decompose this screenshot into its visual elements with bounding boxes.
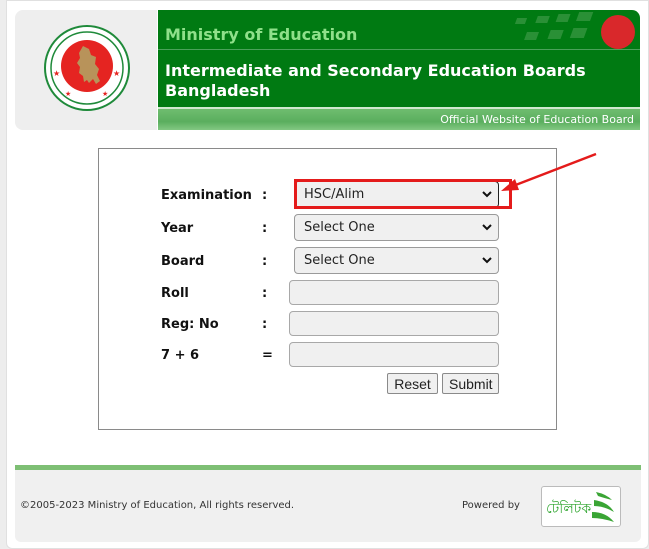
submit-button[interactable]: Submit [442, 373, 499, 394]
svg-text:★: ★ [53, 69, 60, 78]
teletalk-logo-text: টেলিটক [546, 501, 592, 517]
form-row-reg-no: Reg: No : [99, 311, 556, 344]
teletalk-wave-icon [592, 492, 614, 522]
separator: : [262, 286, 268, 301]
result-form: Examination : HSC/Alim Year : Select One… [98, 148, 557, 430]
form-row-year: Year : Select One [99, 214, 556, 248]
chevron-down-icon [482, 191, 492, 198]
svg-text:★: ★ [102, 90, 108, 98]
roll-label: Roll [161, 286, 189, 301]
powered-by-text: Powered by [462, 500, 520, 511]
header-logo-area: ★ ★ ★ ★ [15, 10, 157, 130]
examination-select[interactable]: HSC/Alim [294, 181, 499, 208]
board-select[interactable]: Select One [294, 247, 499, 274]
form-row-roll: Roll : [99, 280, 556, 313]
separator: = [262, 348, 273, 363]
board-label: Board [161, 254, 205, 269]
reg-no-input[interactable] [289, 311, 499, 336]
year-select[interactable]: Select One [294, 214, 499, 241]
form-row-board: Board : Select One [99, 247, 556, 281]
banner-tagline-bar: Official Website of Education Board [158, 107, 640, 130]
form-row-captcha: 7 + 6 = [99, 342, 556, 375]
chevron-down-icon [482, 257, 492, 264]
separator: : [262, 188, 268, 203]
roll-input[interactable] [289, 280, 499, 305]
examination-label: Examination [161, 188, 252, 203]
separator: : [262, 254, 268, 269]
examination-select-value: HSC/Alim [304, 187, 365, 202]
year-label: Year [161, 221, 194, 236]
captcha-label: 7 + 6 [161, 348, 200, 363]
ministry-title: Ministry of Education [165, 25, 358, 44]
reg-no-label: Reg: No [161, 317, 219, 332]
header-banner: Ministry of Education Intermediate and S… [158, 10, 640, 130]
board-title: Intermediate and Secondary Education Boa… [165, 61, 586, 100]
reset-button[interactable]: Reset [387, 373, 438, 394]
copyright-text: ©2005-2023 Ministry of Education, All ri… [20, 500, 295, 511]
footer: ©2005-2023 Ministry of Education, All ri… [15, 470, 641, 542]
year-select-value: Select One [304, 220, 375, 235]
form-row-examination: Examination : HSC/Alim [99, 181, 556, 215]
board-select-value: Select One [304, 253, 375, 268]
tagline: Official Website of Education Board [440, 113, 634, 126]
chevron-down-icon [482, 224, 492, 231]
teletalk-logo[interactable]: টেলিটক [541, 486, 621, 527]
separator: : [262, 221, 268, 236]
government-seal-icon: ★ ★ ★ ★ [44, 25, 130, 111]
svg-text:★: ★ [65, 90, 71, 98]
annotation-arrow-icon [501, 152, 597, 191]
flag-decoration-icon [514, 12, 635, 49]
svg-text:★: ★ [113, 69, 120, 78]
separator: : [262, 317, 268, 332]
captcha-input[interactable] [289, 342, 499, 367]
